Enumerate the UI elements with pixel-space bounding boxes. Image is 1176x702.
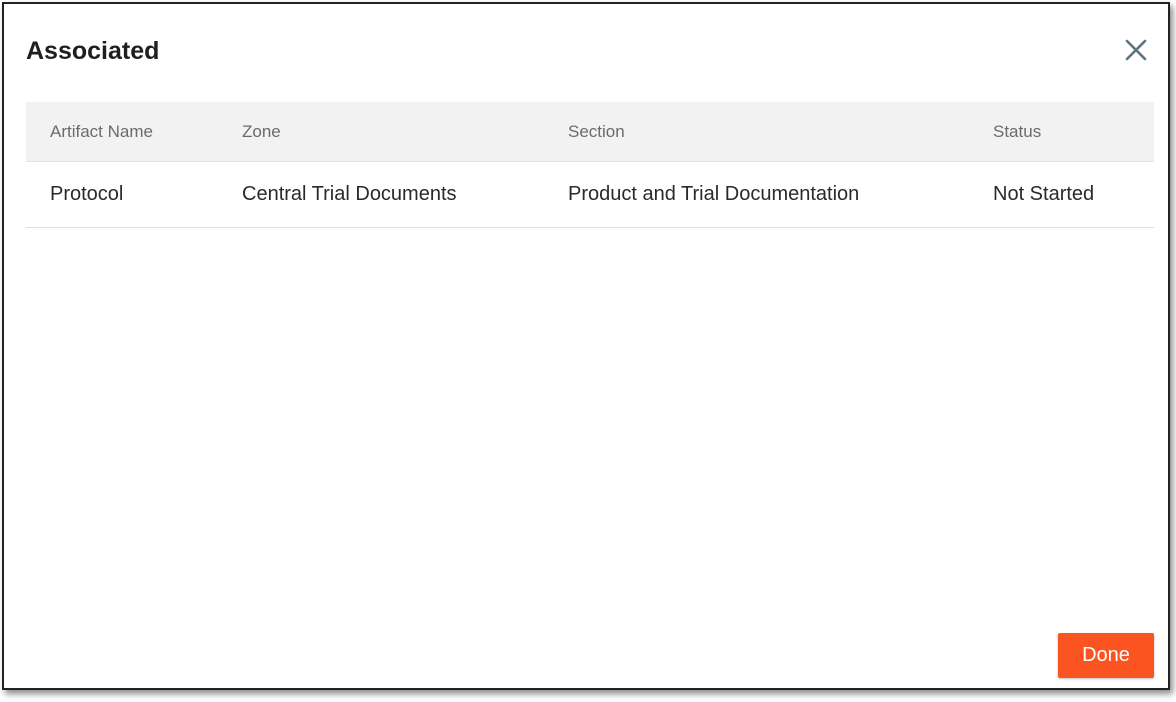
column-header-zone[interactable]: Zone bbox=[242, 102, 281, 161]
column-header-status[interactable]: Status bbox=[993, 102, 1041, 161]
cell-status: Not Started bbox=[993, 183, 1095, 205]
associated-table: Artifact Name Zone Section Status Protoc… bbox=[26, 102, 1154, 228]
table-row[interactable]: Protocol Central Trial Documents Product… bbox=[26, 162, 1154, 228]
done-button[interactable]: Done bbox=[1058, 633, 1154, 678]
dialog-title: Associated bbox=[26, 37, 160, 65]
close-icon bbox=[1125, 39, 1147, 61]
associated-dialog: Associated Artifact Name Zone Section St… bbox=[2, 2, 1170, 690]
cell-artifact-name: Protocol bbox=[50, 183, 124, 205]
cell-zone: Central Trial Documents bbox=[242, 183, 457, 205]
table-header: Artifact Name Zone Section Status bbox=[26, 102, 1154, 162]
close-button[interactable] bbox=[1122, 36, 1150, 64]
column-header-section[interactable]: Section bbox=[568, 102, 625, 161]
column-header-artifact-name[interactable]: Artifact Name bbox=[50, 102, 153, 161]
cell-section: Product and Trial Documentation bbox=[568, 183, 860, 205]
